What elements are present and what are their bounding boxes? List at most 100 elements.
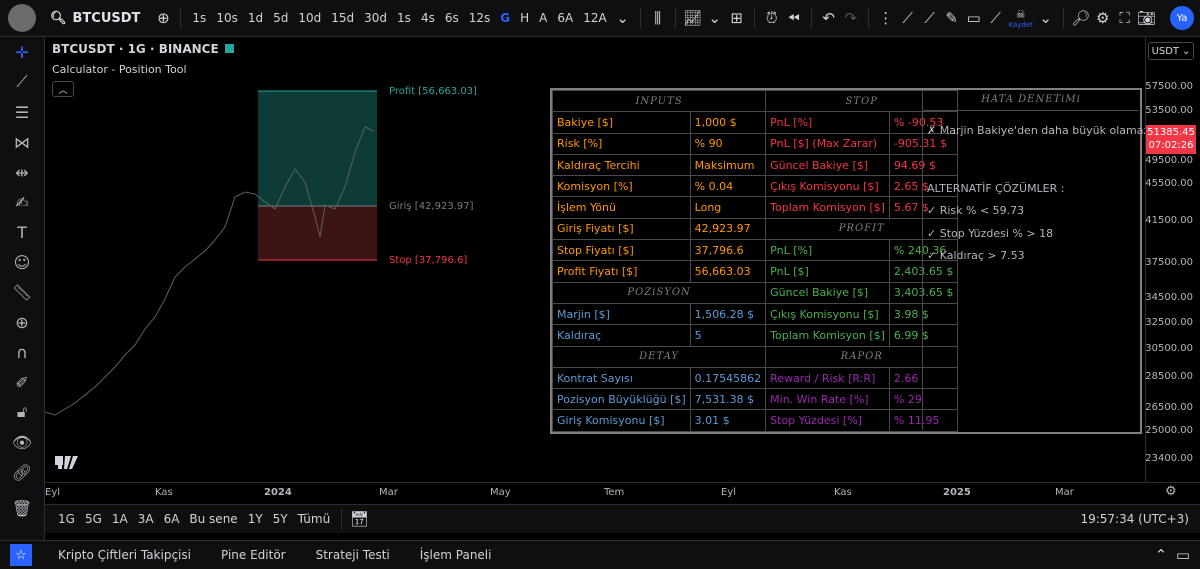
range-1G[interactable]: 1G <box>53 512 80 526</box>
indicator-name[interactable]: Calculator - Position Tool <box>52 63 187 76</box>
collapse-legend-button[interactable]: ︿ <box>52 81 74 97</box>
profile-button[interactable]: Ya <box>1170 6 1194 30</box>
zoom-in-icon[interactable]: ⊕ <box>0 307 44 337</box>
range-5G[interactable]: 5G <box>80 512 107 526</box>
interval-10d[interactable]: 10d <box>293 0 326 36</box>
pencil-icon[interactable]: ✎ <box>941 0 963 36</box>
text-icon[interactable]: T <box>0 217 44 247</box>
range-toolbar: 1G 5G 1A 3A 6A Bu sene 1Y 5Y Tümü 📅︎ 19:… <box>45 504 1200 533</box>
link-icon[interactable]: 🔗︎ <box>0 457 44 487</box>
settings-icon[interactable]: ⚙ <box>1092 0 1114 36</box>
report-label: Min. Win Rate [%] <box>765 388 890 411</box>
interval-1d[interactable]: 1d <box>243 0 268 36</box>
tab-trading-panel[interactable]: İşlem Paneli <box>420 548 492 562</box>
interval-5d[interactable]: 5d <box>268 0 293 36</box>
undo-icon[interactable]: ↶ <box>818 0 840 36</box>
axis-settings-icon[interactable]: ⚙ <box>1165 484 1177 499</box>
chevron-down-icon[interactable]: ⌄ <box>704 0 726 36</box>
range-all[interactable]: Tümü <box>293 512 336 526</box>
interval-4s[interactable]: 4s <box>416 0 440 36</box>
interval-G[interactable]: G <box>495 0 515 36</box>
range-1A[interactable]: 1A <box>107 512 133 526</box>
emoji-icon[interactable]: ☺ <box>0 247 44 277</box>
star-icon[interactable]: ☆ <box>10 544 32 566</box>
interval-6A[interactable]: 6A <box>552 0 578 36</box>
alert-icon[interactable]: ⏰︎ <box>761 0 783 36</box>
range-6A[interactable]: 6A <box>159 512 185 526</box>
tab-pine-editor[interactable]: Pine Editör <box>221 548 286 562</box>
date-range-icon[interactable]: 📅︎ <box>348 505 370 533</box>
layout-grid-icon[interactable]: ⊞ <box>726 0 748 36</box>
chevron-down-icon[interactable]: ⌄ <box>1035 0 1057 36</box>
crosshair-icon[interactable]: ✛ <box>0 37 44 67</box>
stop-label: PnL [$] (Max Zarar) <box>765 132 890 155</box>
save-icon[interactable]: ☠ Kaydet <box>1007 0 1035 36</box>
interval-10s[interactable]: 10s <box>211 0 243 36</box>
interval-15d[interactable]: 15d <box>326 0 359 36</box>
eye-icon[interactable]: 👁︎ <box>0 427 44 457</box>
input-label: Risk [%] <box>552 132 691 155</box>
collapse-panel-icon[interactable]: ⌃ <box>1150 541 1172 569</box>
interval-12A[interactable]: 12A <box>578 0 611 36</box>
trend-line-icon[interactable]: ⟋ <box>897 0 919 36</box>
forecast-icon[interactable]: ⇹ <box>0 157 44 187</box>
trash-icon[interactable]: 🗑︎ <box>0 493 44 523</box>
symbol-search[interactable]: 🔍︎ BTCUSDT <box>50 11 140 26</box>
price-tick: 25000.00 <box>1145 425 1193 436</box>
tab-crypto-tracker[interactable]: Kripto Çiftleri Takipçisi <box>58 548 191 562</box>
magnet-icon[interactable]: ∩ <box>0 337 44 367</box>
divider <box>1062 8 1064 28</box>
currency-select[interactable]: USDT ⌄ <box>1148 42 1194 60</box>
redo-icon[interactable]: ↷ <box>840 0 862 36</box>
price-tick: 32500.00 <box>1145 317 1193 328</box>
interval-30d[interactable]: 30d <box>359 0 392 36</box>
user-avatar[interactable] <box>8 4 36 32</box>
calculator-grid: INPUTS STOP Bakiye [$] 1,000 $ PnL [%] %… <box>551 89 959 432</box>
range-5Y[interactable]: 5Y <box>268 512 293 526</box>
horizontal-lines-icon[interactable]: ☰ <box>0 97 44 127</box>
interval-12s[interactable]: 12s <box>464 0 496 36</box>
profit-price-label: Profit [56,663.03] <box>389 86 477 97</box>
fullscreen-icon[interactable]: ⛶ <box>1114 0 1136 36</box>
ray-icon[interactable]: ⟋ <box>919 0 941 36</box>
interval-A[interactable]: A <box>534 0 552 36</box>
pattern-icon[interactable]: ⋈ <box>0 127 44 157</box>
indicators-icon[interactable]: 📈︎ <box>682 0 704 36</box>
interval-1s-hour[interactable]: 1s <box>392 0 416 36</box>
price-axis[interactable]: 57500.00 53500.00 49500.00 45500.00 4150… <box>1145 37 1200 482</box>
line-tool-icon[interactable]: ⟋ <box>985 0 1007 36</box>
interval-H[interactable]: H <box>515 0 534 36</box>
price-tick: 30500.00 <box>1145 343 1193 354</box>
brush-icon[interactable]: ✍︎ <box>0 187 44 217</box>
compare-add-icon[interactable]: ⊕ <box>152 0 174 36</box>
position-label: Marjin [$] <box>552 302 691 326</box>
detail-header: DETAY <box>551 345 767 368</box>
stop-label: PnL [%] <box>765 111 890 134</box>
calculator-table: INPUTS STOP Bakiye [$] 1,000 $ PnL [%] %… <box>550 88 1154 434</box>
rectangle-icon[interactable]: ▭ <box>963 0 985 36</box>
range-3A[interactable]: 3A <box>133 512 159 526</box>
drag-handle-icon[interactable]: ⋮ <box>875 0 897 36</box>
price-tick: 45500.00 <box>1145 178 1193 189</box>
entry-price-label: Giriş [42,923.97] <box>389 201 474 212</box>
range-ytd[interactable]: Bu sene <box>184 512 242 526</box>
chart-title: BTCUSDT · 1G · BINANCE <box>52 42 234 56</box>
trend-line-icon[interactable]: ⟋ <box>0 67 44 97</box>
price-tick: 37500.00 <box>1145 257 1193 268</box>
replay-icon[interactable]: ⏪︎ <box>783 0 805 36</box>
interval-6s[interactable]: 6s <box>440 0 464 36</box>
range-1Y[interactable]: 1Y <box>243 512 268 526</box>
chevron-down-icon[interactable]: ⌄ <box>612 0 634 36</box>
time-axis[interactable]: Eyl Kas 2024 Mar May Tem Eyl Kas 2025 Ma… <box>45 482 1200 503</box>
tab-strategy-tester[interactable]: Strateji Testi <box>316 548 390 562</box>
clock[interactable]: 19:57:34 (UTC+3) <box>1075 512 1194 526</box>
interval-1s[interactable]: 1s <box>187 0 211 36</box>
maximize-panel-icon[interactable]: ▭ <box>1172 541 1194 569</box>
camera-icon[interactable]: 📷︎ <box>1136 0 1158 36</box>
lock-icon[interactable]: 🔓︎ <box>0 397 44 427</box>
pencil-lock-icon[interactable]: ✐ <box>0 367 44 397</box>
candles-icon[interactable]: ⫼ <box>647 0 669 36</box>
stop-zone <box>258 206 377 260</box>
ruler-icon[interactable]: 📏︎ <box>0 277 44 307</box>
magnifier-icon[interactable]: 🔎︎ <box>1070 0 1092 36</box>
